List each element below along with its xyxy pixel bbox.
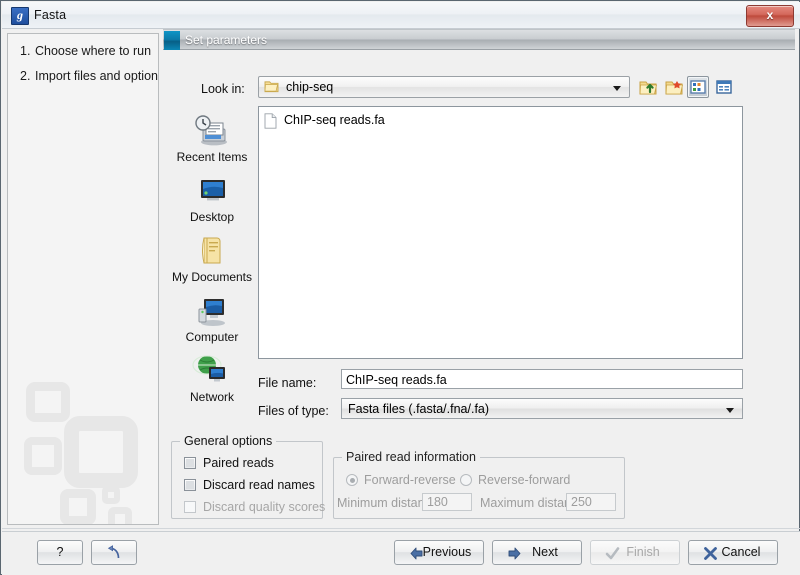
radio-label: Forward-reverse — [364, 473, 456, 487]
checkbox-box — [184, 501, 196, 513]
bottom-button-bar: ? Previous Next Finish — [2, 531, 800, 575]
panel-header: Set parameters — [163, 29, 795, 50]
place-network[interactable]: Network — [171, 354, 253, 404]
checkbox-label: Discard quality scores — [203, 500, 325, 514]
step-label: Choose where to run — [35, 44, 151, 58]
wizard-step-choose-where-to-run[interactable]: 1.Choose where to run — [20, 44, 151, 58]
filetype-combo[interactable]: Fasta files (.fasta/.fna/.fa) — [341, 398, 743, 419]
undo-arrow-icon — [106, 545, 123, 561]
place-label: My Documents — [172, 270, 252, 284]
file-name-text: ChIP-seq reads.fa — [284, 113, 385, 127]
filename-input[interactable] — [341, 369, 743, 389]
lookin-combo[interactable]: chip-seq — [258, 76, 630, 98]
help-icon: ? — [38, 545, 82, 559]
next-button[interactable]: Next — [492, 540, 582, 565]
next-label: Next — [493, 545, 581, 559]
close-icon: x — [747, 8, 793, 22]
places-bar: Recent Items Desktop — [171, 106, 253, 406]
cancel-button[interactable]: Cancel — [688, 540, 778, 565]
close-button[interactable]: x — [746, 5, 794, 27]
watermark-shape — [60, 489, 96, 525]
place-computer[interactable]: Computer — [171, 294, 253, 344]
maximum-distance-input — [566, 493, 616, 511]
folder-icon — [264, 80, 279, 93]
place-label: Computer — [186, 330, 239, 344]
panel-title: Set parameters — [185, 33, 267, 47]
watermark-shape — [102, 486, 120, 504]
title-bar: g Fasta x — [2, 2, 800, 29]
filetype-label: Files of type: — [258, 404, 329, 418]
new-folder-glyph — [664, 77, 684, 97]
up-one-level-icon[interactable] — [637, 76, 659, 98]
window-title: Fasta — [34, 8, 66, 22]
file-list[interactable]: ChIP-seq reads.fa — [258, 106, 743, 359]
step-label: Import files and options — [35, 69, 159, 83]
computer-icon — [171, 294, 253, 328]
radio-button — [346, 474, 358, 486]
finish-button: Finish — [590, 540, 680, 565]
radio-button — [460, 474, 472, 486]
cancel-label: Cancel — [689, 545, 777, 559]
filetype-value: Fasta files (.fasta/.fna/.fa) — [348, 402, 489, 416]
document-icon — [264, 113, 277, 129]
fasta-app-icon: g — [11, 7, 29, 25]
filename-label: File name: — [258, 376, 316, 390]
finish-label: Finish — [591, 545, 679, 559]
lookin-label: Look in: — [201, 82, 245, 96]
create-new-folder-icon[interactable] — [663, 76, 685, 98]
watermark-shape — [64, 416, 138, 488]
tiles-view-button[interactable] — [687, 76, 709, 98]
help-button[interactable]: ? — [37, 540, 83, 565]
minimum-distance-input — [422, 493, 472, 511]
checkbox-label: Discard read names — [203, 478, 315, 492]
paired-read-information-caption: Paired read information — [342, 450, 480, 464]
place-my-documents[interactable]: My Documents — [171, 234, 253, 284]
place-label: Network — [190, 390, 234, 404]
watermark-shape — [24, 437, 62, 475]
bottom-separator — [2, 528, 800, 529]
place-label: Desktop — [190, 210, 234, 224]
main-panel: Set parameters Look in: chip-seq — [163, 29, 795, 525]
up-folder-glyph — [638, 77, 658, 97]
lookin-value: chip-seq — [286, 80, 333, 94]
details-view-icon — [714, 77, 734, 97]
reset-button[interactable] — [91, 540, 137, 565]
dialog-window: g Fasta x 1.Choose where to run 2.Import… — [0, 0, 800, 575]
paired-read-information-group: Paired read information Forward-reverse … — [333, 457, 625, 519]
place-recent-items[interactable]: Recent Items — [171, 114, 253, 164]
radio-label: Reverse-forward — [478, 473, 570, 487]
checkbox-box — [184, 479, 196, 491]
place-label: Recent Items — [177, 150, 248, 164]
place-desktop[interactable]: Desktop — [171, 174, 253, 224]
chevron-down-icon — [613, 86, 621, 91]
checkbox-label: Paired reads — [203, 456, 274, 470]
panel-accent-swatch — [164, 31, 180, 50]
previous-button[interactable]: Previous — [394, 540, 484, 565]
desktop-icon — [171, 174, 253, 208]
wizard-sidebar: 1.Choose where to run 2.Import files and… — [7, 33, 159, 525]
general-options-group: General options Paired reads Discard rea… — [171, 441, 323, 519]
network-icon — [171, 354, 253, 388]
checkbox-box — [184, 457, 196, 469]
wizard-step-import-files-and-options[interactable]: 2.Import files and options — [20, 69, 159, 83]
tiles-view-icon — [688, 77, 708, 97]
previous-label: Previous — [395, 545, 483, 559]
watermark-shape — [108, 507, 132, 525]
step-number: 2. — [20, 69, 35, 83]
step-number: 1. — [20, 44, 35, 58]
chevron-down-icon — [726, 408, 734, 413]
details-view-button[interactable] — [713, 76, 735, 98]
file-chooser: Look in: chip-seq — [163, 51, 795, 525]
recent-items-icon — [171, 114, 253, 148]
watermark-shape — [26, 382, 70, 422]
general-options-caption: General options — [180, 434, 276, 448]
my-documents-icon — [171, 234, 253, 268]
